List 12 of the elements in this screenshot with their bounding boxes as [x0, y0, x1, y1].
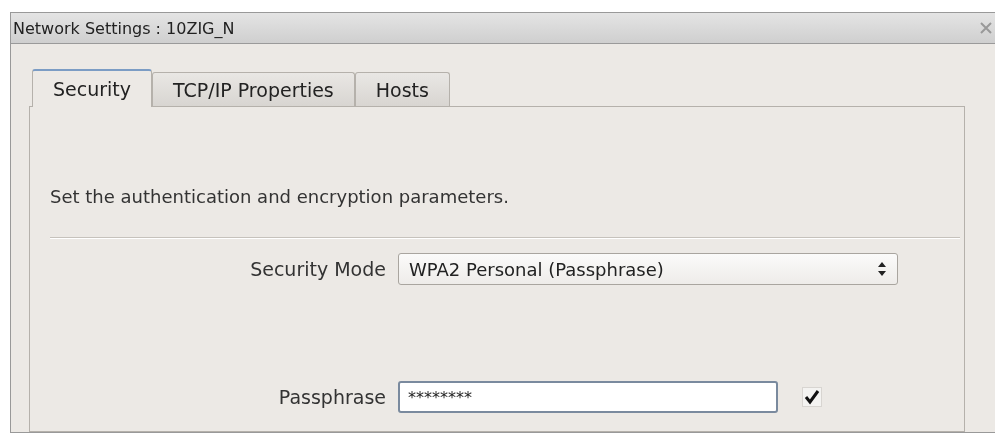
security-mode-dropdown[interactable]: WPA2 Personal (Passphrase) [398, 253, 898, 285]
checkmark-icon [804, 389, 820, 405]
window-title: Network Settings : 10ZIG_N [13, 18, 235, 38]
tab[interactable]: TCP/IP Properties [152, 72, 355, 106]
passphrase-label: Passphrase [277, 386, 386, 408]
tab[interactable]: Hosts [354, 72, 450, 106]
show-passphrase-checkbox[interactable] [802, 387, 822, 407]
spinner-arrows-icon [877, 261, 887, 277]
security-mode-label: Security Mode [249, 258, 386, 280]
description-text: Set the authentication and encryption parameters. [50, 185, 510, 209]
tab[interactable]: Security [32, 69, 153, 107]
passphrase-field[interactable]: ******** [398, 381, 778, 413]
